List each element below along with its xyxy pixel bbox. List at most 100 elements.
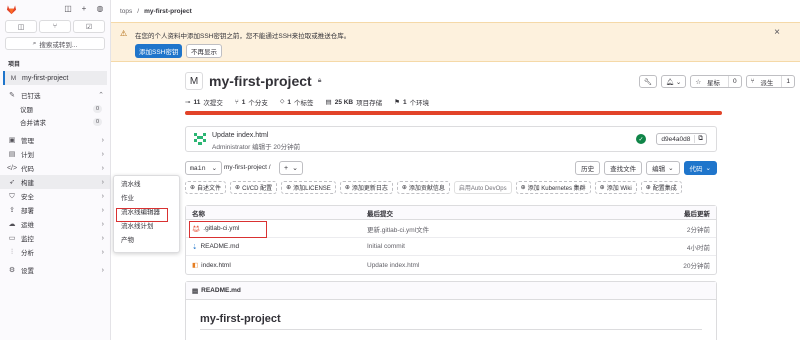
chevron-right-icon: › bbox=[101, 136, 104, 144]
commits-stat[interactable]: ⊸ 11 次提交 bbox=[185, 97, 223, 108]
pipeline-status-icon[interactable]: ✓ bbox=[636, 134, 646, 144]
project-menu-button[interactable]: 🔧︎ bbox=[638, 75, 657, 88]
author-avatar[interactable] bbox=[193, 132, 207, 146]
project-name: my-first-project bbox=[22, 74, 69, 82]
repository-path-name[interactable]: my-first-project bbox=[224, 164, 267, 171]
todos-counter-button[interactable]: ☑ bbox=[73, 20, 105, 33]
project-initial: M bbox=[10, 74, 17, 82]
sidebar-item-monitor[interactable]: ▭ 监控 › bbox=[0, 231, 110, 245]
storage-stat[interactable]: ▤ 25 KB 项目存储 bbox=[326, 97, 383, 108]
edit-dropdown[interactable]: 编辑 ⌄ bbox=[646, 161, 680, 175]
branches-stat[interactable]: ⑂ 1 个分支 bbox=[235, 97, 268, 108]
sidebar-item-pinned[interactable]: ✎ 已钉选 ⌃ bbox=[0, 88, 110, 102]
file-last-commit[interactable]: Initial commit bbox=[367, 243, 656, 250]
quick-action-button[interactable]: ⊕ 添加LICENSE bbox=[281, 181, 336, 194]
merge-requests-counter-button[interactable]: ⑂ bbox=[39, 20, 71, 33]
breadcrumb-project[interactable]: my-first-project bbox=[144, 8, 192, 15]
file-name[interactable]: index.html bbox=[201, 262, 231, 269]
commit-sha-text[interactable]: d9e4a0d8 bbox=[657, 136, 694, 143]
file-table-header: 名称 最后提交 最后更新 bbox=[186, 206, 716, 220]
sidebar-top: ◫ + ◍ bbox=[0, 0, 110, 18]
issues-counter-button[interactable]: ◫ bbox=[5, 20, 37, 33]
commit-author: Administrator 编辑于 20分钟前 bbox=[212, 144, 301, 151]
sidebar-item-analyze[interactable]: ⫶ 分析 › bbox=[0, 245, 110, 259]
dont-show-again-button[interactable]: 不再显示 bbox=[186, 44, 222, 58]
quick-action-button[interactable]: ⊕ 添加 Wiki bbox=[594, 181, 637, 194]
plus-circle-icon: ⊕ bbox=[599, 185, 605, 191]
sidebar-item-settings[interactable]: ⚙ 设置 › bbox=[0, 263, 110, 277]
plus-circle-icon: ⊕ bbox=[286, 185, 292, 191]
tags-label: 个标签 bbox=[294, 100, 314, 107]
copy-icon[interactable]: ⧉ bbox=[694, 135, 706, 143]
page-title: my-first-project bbox=[209, 73, 312, 89]
toggle-sidebar-icon[interactable]: ◫ bbox=[64, 5, 72, 13]
file-last-update: 2分钟前 bbox=[686, 226, 710, 234]
plus-icon: + bbox=[284, 164, 289, 172]
star-button[interactable]: ☆ 星标 0 bbox=[690, 75, 742, 88]
environments-stat[interactable]: ⚑ 1 个环境 bbox=[394, 97, 429, 108]
flyout-item[interactable]: 流水线 bbox=[114, 176, 179, 190]
fork-button[interactable]: ⑂ 派生 1 bbox=[745, 75, 795, 88]
code-dropdown[interactable]: 代码 ⌄ bbox=[683, 161, 717, 175]
warning-icon: ⚠ bbox=[120, 29, 128, 38]
notifications-button[interactable]: 🔔︎ ⌄ bbox=[660, 75, 687, 88]
sidebar-item-build[interactable]: ➶ 构建 › bbox=[0, 175, 110, 189]
repository-actions: 历史 查找文件 编辑 ⌄ 代码 ⌄ bbox=[575, 161, 717, 175]
flyout-item[interactable]: 作业 bbox=[114, 190, 179, 204]
readme-filename[interactable]: README.md bbox=[201, 287, 241, 294]
sidebar-item-deploy[interactable]: ⇪ 部署 › bbox=[0, 203, 110, 217]
close-icon[interactable]: × bbox=[774, 27, 780, 38]
fork-count[interactable]: 1 bbox=[781, 76, 794, 87]
deploy-icon: ⇪ bbox=[9, 206, 15, 214]
star-count[interactable]: 0 bbox=[728, 76, 741, 87]
quick-action-button[interactable]: ⊕ 配置集成 bbox=[640, 181, 682, 194]
project-stats: ⊸ 11 次提交 ⑂ 1 个分支 ⬦ 1 个标签 ▤ 25 KB 项目存储 ⚑ 1 个环境 bbox=[185, 97, 429, 107]
file-last-commit[interactable]: 更新.gitlab-ci.yml文件 bbox=[367, 224, 656, 234]
branch-name: main bbox=[190, 164, 206, 172]
chart-icon: ⫶ bbox=[11, 248, 13, 256]
quick-action-button[interactable]: ⊕ 添加 Kubernetes 集群 bbox=[515, 181, 591, 194]
quick-action-button[interactable]: ⊕ CI/CD 配置 bbox=[230, 181, 278, 194]
add-file-dropdown[interactable]: + ⌄ bbox=[279, 161, 303, 175]
tags-count: 1 bbox=[287, 98, 292, 106]
find-file-button[interactable]: 查找文件 bbox=[604, 161, 643, 175]
branch-selector[interactable]: main ⌄ bbox=[185, 161, 223, 175]
commit-message[interactable]: Update index.html bbox=[212, 132, 268, 139]
star-text: 星标 bbox=[707, 79, 721, 87]
sidebar-item-operate[interactable]: ☁ 运维 › bbox=[0, 217, 110, 231]
quick-action-button[interactable]: ⊕ 添加更新日志 bbox=[339, 181, 393, 194]
user-avatar-icon[interactable]: ◍ bbox=[96, 5, 104, 13]
history-button[interactable]: 历史 bbox=[575, 161, 601, 175]
table-row[interactable]: ◧ index.html Update index.html 20分钟前 bbox=[186, 256, 716, 274]
project-avatar: M bbox=[185, 72, 203, 90]
sidebar-item-manage[interactable]: ▣ 管理 › bbox=[0, 133, 110, 147]
file-last-commit[interactable]: Update index.html bbox=[367, 262, 656, 269]
sidebar-item-secure[interactable]: ⛉ 安全 › bbox=[0, 189, 110, 203]
sidebar-item-code[interactable]: </> 代码 › bbox=[0, 161, 110, 175]
breadcrumb-group[interactable]: tops bbox=[120, 8, 132, 15]
new-item-icon[interactable]: + bbox=[80, 5, 88, 13]
table-row[interactable]: ⇣ README.md Initial commit 4小时前 bbox=[186, 238, 716, 256]
tags-stat[interactable]: ⬦ 1 个标签 bbox=[280, 97, 314, 107]
sidebar-project-link[interactable]: M my-first-project bbox=[3, 71, 107, 85]
chevron-right-icon: › bbox=[101, 150, 104, 158]
flyout-item[interactable]: 产物 bbox=[114, 232, 179, 246]
sidebar-item-label: 计划 bbox=[21, 152, 34, 159]
quick-action-button[interactable]: 启用Auto DevOps bbox=[453, 181, 512, 194]
path-separator: / bbox=[268, 164, 271, 171]
sidebar-item-plan[interactable]: ▤ 计划 › bbox=[0, 147, 110, 161]
code-icon: </> bbox=[6, 164, 18, 172]
sidebar-item-label: 已钉选 bbox=[21, 93, 41, 100]
quick-action-button[interactable]: ⊕ 添加贡献信息 bbox=[396, 181, 450, 194]
sidebar-item-label: 设置 bbox=[21, 268, 34, 275]
plus-circle-icon: ⊕ bbox=[344, 185, 350, 191]
highlight-pipeline-editor bbox=[116, 208, 168, 222]
file-name[interactable]: README.md bbox=[200, 243, 239, 250]
sidebar-subitem-merge-requests[interactable]: 合并请求 0 bbox=[0, 115, 110, 128]
plus-circle-icon: ⊕ bbox=[235, 185, 241, 191]
gitlab-logo-icon[interactable] bbox=[6, 4, 17, 15]
search-button[interactable]: ⌕ 搜索或转到... bbox=[5, 37, 105, 50]
add-ssh-key-button[interactable]: 添加SSH密钥 bbox=[135, 44, 183, 58]
quick-action-button[interactable]: ⊕ 自述文件 bbox=[185, 181, 227, 194]
sidebar-subitem-issues[interactable]: 议题 0 bbox=[0, 102, 110, 115]
